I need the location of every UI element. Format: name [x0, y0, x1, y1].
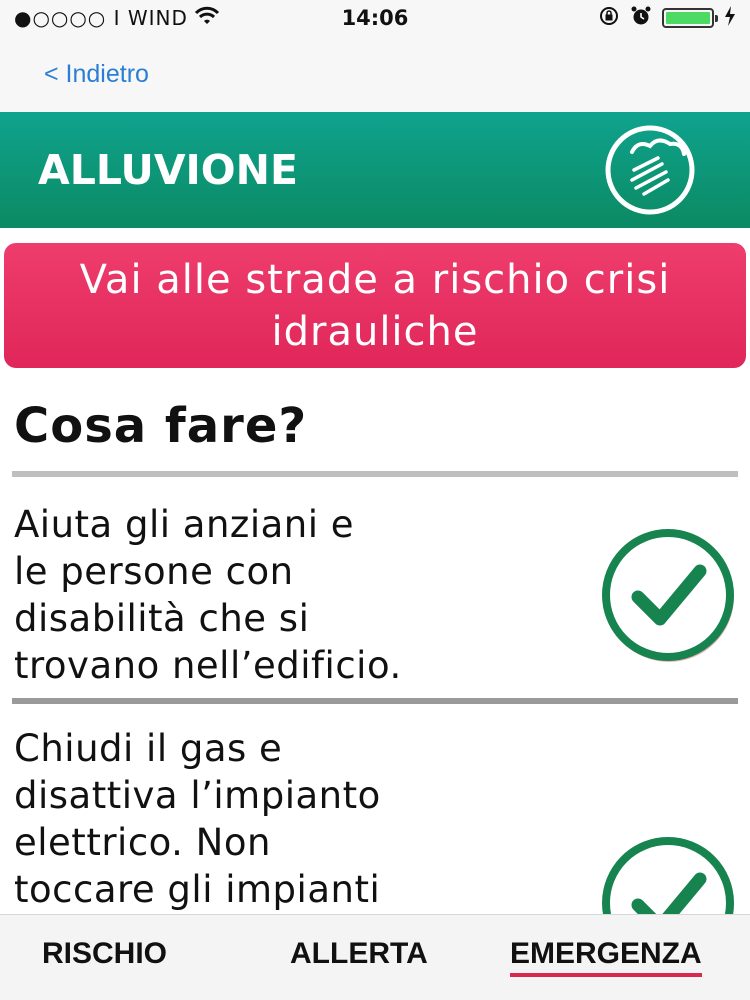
wifi-icon [194, 6, 220, 31]
divider [12, 698, 738, 704]
battery-icon [662, 8, 718, 28]
rotation-lock-icon [598, 5, 620, 32]
battery-fill [666, 12, 710, 24]
status-bar: ●○○○○ I WIND 14:06 [0, 0, 750, 36]
action-text: Aiuta gli anziani e le persone con disab… [14, 503, 402, 687]
status-right [598, 5, 736, 32]
navigation-bar: < Indietro [0, 36, 750, 112]
hazard-title: ALLUVIONE [38, 146, 298, 194]
carrier-label: ●○○○○ I WIND [14, 6, 188, 30]
hazard-header: ALLUVIONE [0, 112, 750, 228]
tab-bar: RISCHIO ALLERTA EMERGENZA [0, 914, 750, 1000]
divider [12, 471, 738, 477]
action-item-help-elderly: Aiuta gli anziani e le persone con disab… [14, 500, 738, 690]
alarm-icon [630, 5, 652, 32]
back-button[interactable]: < Indietro [44, 60, 149, 89]
section-heading: Cosa fare? [14, 398, 308, 454]
action-item-gas-electricity: Chiudi il gas e disattiva l’impianto ele… [14, 725, 738, 970]
risk-roads-button[interactable]: Vai alle strade a rischio crisi idraulic… [4, 243, 746, 368]
charging-icon [724, 5, 736, 31]
rain-cloud-icon [592, 122, 708, 218]
tab-emergenza[interactable]: EMERGENZA [510, 937, 702, 977]
tab-rischio[interactable]: RISCHIO [42, 937, 167, 971]
check-icon [598, 525, 738, 665]
action-text: Chiudi il gas e disattiva l’impianto ele… [14, 727, 381, 911]
tab-allerta[interactable]: ALLERTA [290, 937, 428, 971]
status-left: ●○○○○ I WIND [14, 6, 220, 31]
